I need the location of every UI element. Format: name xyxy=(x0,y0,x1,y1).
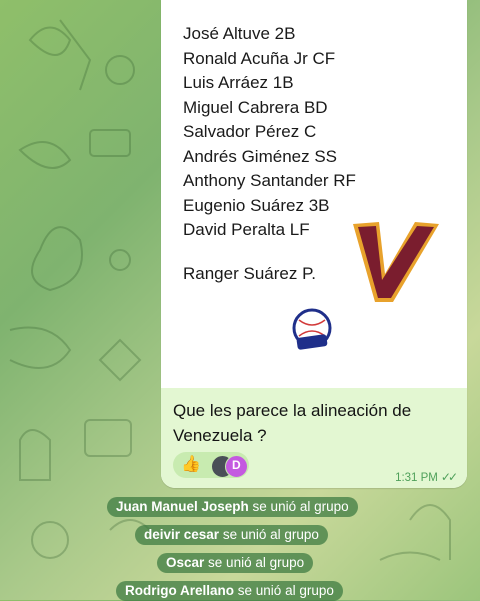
thumbs-up-icon: 👍 xyxy=(181,456,201,473)
service-member-name[interactable]: Rodrigo Arellano xyxy=(125,583,234,598)
service-message: Juan Manuel Joseph se unió al grupo xyxy=(107,497,358,517)
lineup-item: Miguel Cabrera BD xyxy=(183,97,328,117)
message-caption-area: Que les parece la alineación de Venezuel… xyxy=(161,388,467,488)
only-besbol-logo xyxy=(292,308,332,350)
message-time: 1:31 PM xyxy=(395,472,438,484)
service-action: se unió al grupo xyxy=(208,555,305,570)
lineup-item: Andrés Giménez SS xyxy=(183,146,338,166)
message-caption: Que les parece la alineación de Venezuel… xyxy=(173,401,412,445)
service-message: Rodrigo Arellano se unió al grupo xyxy=(116,581,343,601)
venezuela-v-logo xyxy=(353,222,439,302)
service-action: se unió al grupo xyxy=(222,527,319,542)
lineup-item: Anthony Santander RF xyxy=(183,171,356,190)
pitcher-label: Ranger Suárez P. xyxy=(183,264,316,283)
lineup-item: David Peralta LF xyxy=(183,220,310,239)
service-message: deivir cesar se unió al grupo xyxy=(135,525,328,545)
avatar: D xyxy=(225,455,248,478)
lineup-list: José Altuve 2B Ronald Acuña Jr CF Luis A… xyxy=(183,22,356,243)
service-member-name[interactable]: Oscar xyxy=(166,555,204,570)
service-action: se unió al grupo xyxy=(252,499,349,514)
message-bubble[interactable]: José Altuve 2B Ronald Acuña Jr CF Luis A… xyxy=(161,0,467,488)
reactions-pill[interactable]: 👍 D xyxy=(173,452,249,478)
lineup-item: Ronald Acuña Jr CF xyxy=(183,48,336,68)
message-meta: 1:31 PM ✓✓ xyxy=(395,470,458,484)
service-message: Oscar se unió al grupo xyxy=(157,553,314,573)
service-member-name[interactable]: Juan Manuel Joseph xyxy=(116,499,249,514)
service-member-name[interactable]: deivir cesar xyxy=(144,527,219,542)
lineup-item: Eugenio Suárez 3B xyxy=(183,195,330,215)
lineup-item: José Altuve 2B xyxy=(183,24,296,43)
lineup-item: Salvador Pérez C xyxy=(183,122,317,141)
lineup-item: Luis Arráez 1B xyxy=(183,73,294,92)
double-check-icon: ✓✓ xyxy=(440,470,458,484)
service-action: se unió al grupo xyxy=(237,583,334,598)
lineup-image[interactable]: José Altuve 2B Ronald Acuña Jr CF Luis A… xyxy=(161,0,467,388)
